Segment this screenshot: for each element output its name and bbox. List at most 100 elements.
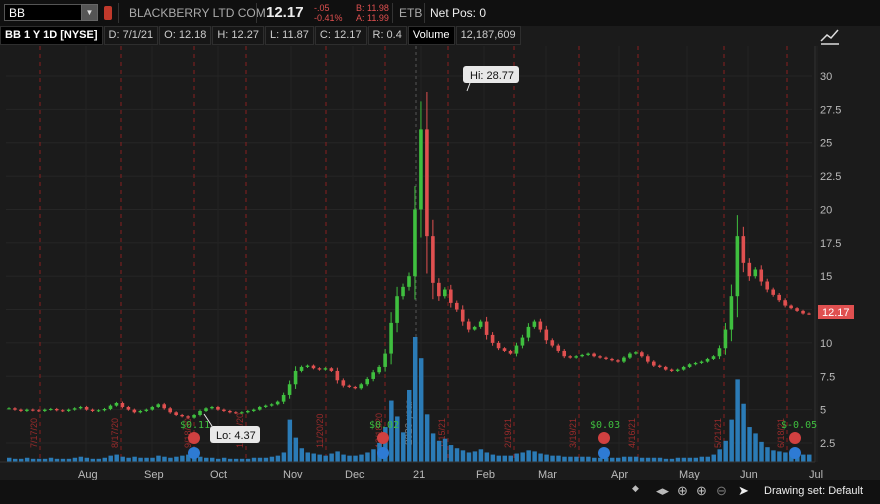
volume-bar — [723, 440, 728, 462]
candle-body — [795, 308, 799, 311]
lo-label: Lo: 4.37 — [216, 430, 256, 442]
candle-body — [132, 409, 137, 413]
candle-body — [168, 408, 172, 413]
zoom-in-icon[interactable]: ⊕ — [696, 483, 707, 499]
candle-body — [347, 385, 352, 387]
candle-body — [192, 414, 196, 418]
symbol-flag-icon[interactable] — [104, 6, 112, 20]
earnings-marker-icon[interactable] — [377, 447, 389, 459]
candle-body — [657, 365, 662, 367]
volume-bar — [687, 457, 693, 462]
volume-bar — [48, 457, 54, 462]
volume-bar — [329, 453, 334, 462]
earnings-marker-icon[interactable] — [188, 447, 200, 459]
drawing-set-selector[interactable]: Drawing set: Default — [764, 485, 863, 497]
volume-bar — [735, 379, 740, 462]
volume-bar — [162, 456, 167, 462]
candle-body — [162, 404, 167, 409]
volume-bar — [621, 456, 627, 462]
candle-body — [210, 406, 214, 409]
candle-body — [228, 410, 232, 413]
volume-bar — [138, 457, 143, 462]
divider — [424, 3, 425, 23]
dividend-marker-icon[interactable] — [188, 432, 200, 444]
price-tick: 27.5 — [820, 104, 841, 116]
volume-bar — [359, 454, 364, 462]
earnings-marker-icon[interactable] — [598, 447, 610, 459]
volume-bar — [436, 440, 442, 462]
volume-bar — [24, 457, 30, 462]
candle-body — [514, 345, 519, 354]
volume-bar — [532, 451, 537, 462]
volume-bar — [556, 455, 561, 462]
bar-high: H: 12.27 — [212, 26, 264, 45]
scroll-handle-icon[interactable]: ◆ — [632, 483, 639, 494]
volume-bar — [102, 457, 107, 462]
dividend-marker-icon[interactable] — [789, 432, 801, 444]
earnings-marker-icon[interactable] — [789, 447, 801, 459]
price-chart[interactable]: 7/17/208/17/209/18/2010/16/2011/20/2012/… — [0, 0, 880, 504]
volume-bar — [430, 433, 436, 462]
volume-bar — [639, 457, 645, 462]
volume-bar — [126, 457, 131, 462]
candle-body — [550, 340, 555, 346]
candle-body — [150, 406, 155, 410]
volume-bar — [174, 456, 179, 462]
candle-body — [490, 334, 495, 343]
candle-body — [78, 406, 83, 409]
volume-bar — [520, 452, 525, 462]
candle-body — [675, 369, 680, 371]
price-tick: 15 — [820, 271, 832, 283]
pan-arrows-icon[interactable]: ◂▸ — [656, 483, 669, 499]
expiration-date: 11/20/20 — [315, 414, 325, 448]
candle-body — [383, 353, 387, 367]
candle-body — [353, 386, 358, 389]
volume-bar — [341, 454, 346, 462]
volume-bar — [592, 457, 597, 462]
price-tick: 17.5 — [820, 238, 841, 250]
volume-bar — [114, 454, 119, 462]
volume-bar — [783, 452, 788, 462]
dividend-label: $0.03 — [590, 420, 620, 431]
volume-bar — [705, 456, 711, 462]
candle-body — [753, 269, 758, 277]
dividend-marker-icon[interactable] — [377, 432, 389, 444]
volume-bar — [84, 457, 90, 462]
candle-body — [508, 350, 513, 354]
candle-body — [687, 364, 692, 367]
candle-body — [783, 300, 787, 306]
volume-bar — [299, 448, 305, 462]
volume-bar — [108, 455, 113, 462]
symbol-dropdown-button[interactable]: ▼ — [81, 4, 98, 21]
volume-bar — [550, 455, 555, 462]
crosshair-icon[interactable]: ⊕ — [677, 483, 688, 499]
candle-body — [31, 409, 35, 411]
cursor-icon[interactable]: ➤ — [738, 483, 749, 499]
last-price-badge: 12.17 — [818, 305, 854, 319]
candle-body — [102, 408, 107, 411]
candle-body — [616, 360, 620, 362]
volume-bar — [729, 419, 734, 462]
volume-bar — [466, 452, 472, 462]
volume-bar — [514, 453, 519, 462]
volume-bar — [627, 456, 633, 462]
volume-bar — [442, 438, 448, 462]
candle-body — [711, 356, 716, 359]
volume-bar — [801, 454, 806, 462]
candle-body — [138, 410, 143, 413]
candle-body — [395, 296, 399, 323]
volume-bar — [204, 457, 209, 462]
dividend-marker-icon[interactable] — [598, 432, 610, 444]
candle-body — [669, 369, 674, 371]
volume-bar — [156, 455, 161, 462]
volume-bar — [675, 457, 681, 462]
candle-body — [43, 409, 47, 411]
volume-bar — [180, 455, 185, 462]
volume-bar — [693, 457, 699, 462]
chart-title[interactable]: BB 1 Y 1D [NYSE] — [0, 26, 103, 45]
zoom-out-icon[interactable]: ⊖ — [716, 483, 727, 499]
candle-body — [622, 357, 626, 362]
volume-label: Volume — [407, 26, 455, 45]
price-tick: 7.5 — [820, 371, 835, 383]
studies-icon[interactable] — [818, 26, 842, 46]
